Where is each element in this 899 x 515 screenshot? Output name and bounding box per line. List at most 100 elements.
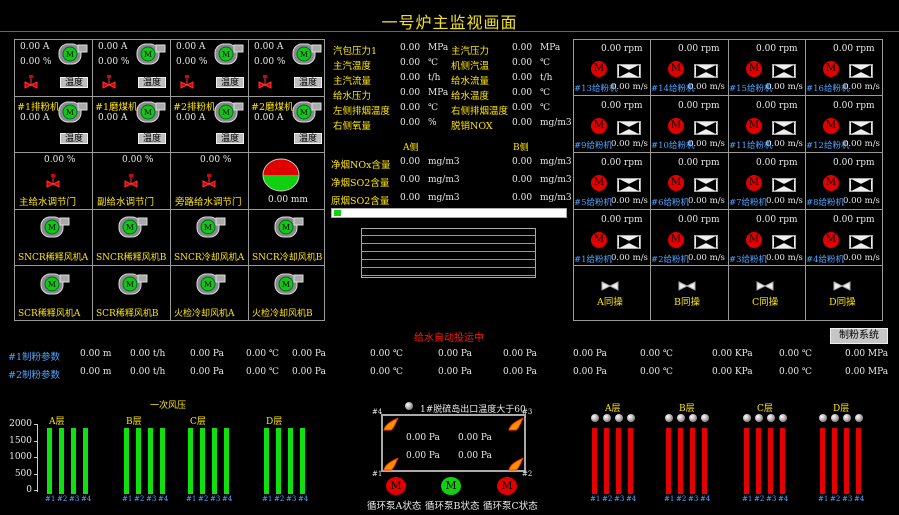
temperature-button[interactable]: 温度 <box>60 77 88 88</box>
sync-button[interactable]: B同操 <box>674 294 700 308</box>
sync-button[interactable]: C同操 <box>752 294 778 308</box>
y-tick-label: 500 <box>14 468 32 479</box>
indicator-lamp <box>755 414 763 422</box>
feeder-speed: 0.00 m/s <box>843 139 880 149</box>
valve-opening-readout: 0.00 % <box>122 155 154 165</box>
feeder-motor-icon: M <box>746 61 762 77</box>
mill-system-button[interactable]: 制粉系统 <box>830 328 888 344</box>
indicator-lamp <box>855 414 863 422</box>
trend-line <box>361 243 536 244</box>
pump-motor-icon: M <box>386 477 406 495</box>
indicator-lamp <box>701 414 709 422</box>
fan-motor-icon: M <box>196 215 226 243</box>
temperature-button[interactable]: 温度 <box>294 77 322 88</box>
trend-line <box>361 235 536 236</box>
equipment-name: #1磨煤机 <box>95 102 138 113</box>
svg-text:M: M <box>222 108 230 117</box>
corner-label: #2 <box>522 470 533 478</box>
drum-level-gauge <box>261 158 301 196</box>
feeder-speed: 0.00 m/s <box>611 139 648 149</box>
valve-icon <box>100 73 118 93</box>
control-valve-icon <box>122 172 140 192</box>
temperature-button[interactable]: 温度 <box>294 133 322 144</box>
layer-label: B层 <box>679 404 695 414</box>
pump-status-label: 循环泵A状态 <box>367 501 422 512</box>
temperature-button[interactable]: 温度 <box>216 133 244 144</box>
feeder-speed: 0.00 m/s <box>688 253 725 263</box>
left-grid-vline <box>248 39 249 321</box>
feeder-rpm: 0.00 rpm <box>678 44 720 54</box>
fan-motor-icon: M <box>58 100 88 128</box>
svg-text:M: M <box>48 280 56 289</box>
left-grid-vline <box>170 39 171 321</box>
feeder-rpm: 0.00 rpm <box>678 158 720 168</box>
feeder-valve-icon <box>849 63 873 82</box>
fan-motor-icon: M <box>40 272 70 300</box>
sync-icon[interactable] <box>756 276 774 295</box>
temperature-button[interactable]: 温度 <box>216 77 244 88</box>
flame-icon <box>508 416 524 435</box>
bar-label: #4 <box>222 495 233 503</box>
feeder-motor-icon: M <box>668 232 684 248</box>
feeder-speed: 0.00 m/s <box>688 139 725 149</box>
bar-label: #4 <box>81 495 92 503</box>
bar-label: #3 <box>766 495 777 503</box>
mill-param-value: 0.00 Pa <box>573 367 607 377</box>
bar-label: #3 <box>614 495 625 503</box>
param-label: 机侧汽温 <box>451 61 490 72</box>
temperature-button[interactable]: 温度 <box>60 133 88 144</box>
indicator-lamp <box>689 414 697 422</box>
tower-pressure: 0.00 Pa <box>406 433 440 443</box>
flame-bar <box>820 428 825 494</box>
sync-icon[interactable] <box>678 276 696 295</box>
temperature-button[interactable]: 温度 <box>138 77 166 88</box>
sync-icon[interactable] <box>833 276 851 295</box>
trend-line <box>361 267 536 268</box>
fan-label: 火检冷却风机B <box>252 309 313 319</box>
temperature-button[interactable]: 温度 <box>138 133 166 144</box>
feeder-rpm: 0.00 rpm <box>678 101 720 111</box>
param-unit: ℃ <box>540 103 551 113</box>
sync-button[interactable]: D同操 <box>829 294 856 308</box>
indicator-lamp <box>405 402 413 410</box>
sync-button[interactable]: A同操 <box>597 294 623 308</box>
bar-label: #1 <box>122 495 133 503</box>
feeder-label: #5给粉机 <box>574 198 613 208</box>
param-unit: mg/m3 <box>540 118 572 128</box>
param-value: 0.00 <box>400 43 421 53</box>
flame-bar <box>856 428 861 494</box>
feeder-motor-icon: M <box>823 232 839 248</box>
mill-param-value: 0.00 ℃ <box>370 367 403 377</box>
feeder-motor-icon: M <box>746 118 762 134</box>
pump-motor-icon: M <box>497 477 517 495</box>
indicator-lamp <box>831 414 839 422</box>
title-divider <box>0 31 899 32</box>
tower-box <box>381 414 526 472</box>
feeder-label: #6给粉机 <box>651 198 690 208</box>
feeder-motor-icon: M <box>668 61 684 77</box>
bar-label: #3 <box>286 495 297 503</box>
bar-label: #3 <box>842 495 853 503</box>
sync-icon[interactable] <box>601 276 619 295</box>
bar-label: #3 <box>69 495 80 503</box>
feeder-valve-icon <box>849 234 873 253</box>
mill-param-value: 0.00 ℃ <box>779 349 812 359</box>
fan-label: SNCR稀释风机A <box>18 253 89 263</box>
layer-label: C层 <box>190 417 206 427</box>
param-unit: % <box>428 118 437 128</box>
feeder-speed: 0.00 m/s <box>688 196 725 206</box>
bar-label: #2 <box>602 495 613 503</box>
bar-label: #2 <box>830 495 841 503</box>
indicator-lamp <box>843 414 851 422</box>
bar-label: #3 <box>210 495 221 503</box>
feeder-speed: 0.00 m/s <box>766 253 803 263</box>
feeder-motor-icon: M <box>746 175 762 191</box>
y-axis <box>37 424 38 492</box>
percent-readout: 0.00 % <box>254 57 286 67</box>
svg-text:M: M <box>300 50 308 59</box>
param-unit: ℃ <box>428 58 439 68</box>
fan-motor-icon: M <box>214 42 244 70</box>
bar-label: #1 <box>590 495 601 503</box>
fan-motor-icon: M <box>214 100 244 128</box>
emission-value-a: 0.00 <box>400 157 421 167</box>
